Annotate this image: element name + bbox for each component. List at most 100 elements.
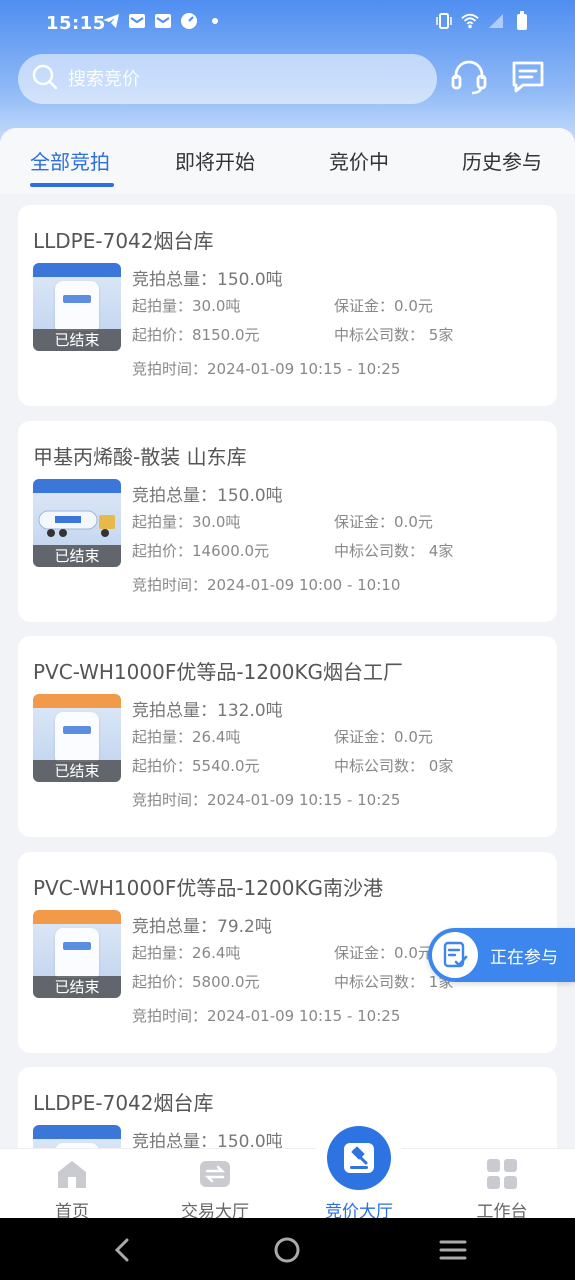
time-value: 2024-01-09 10:15 - 10:25 [207, 360, 401, 378]
search-bar[interactable] [18, 54, 437, 104]
total-value: 132.0吨 [217, 701, 283, 721]
time-value: 2024-01-09 10:15 - 10:25 [207, 1007, 401, 1025]
card-title: 甲基丙烯酸-散装 山东库 [33, 445, 247, 469]
bottom-nav: 首页 交易大厅 竞价大厅 工作台 [0, 1148, 575, 1222]
grid-icon [487, 1159, 517, 1189]
total-label: 竞拍总量： [132, 917, 217, 937]
telegram-icon [102, 12, 120, 30]
total-value: 150.0吨 [217, 270, 283, 290]
start-price-value: 5540.0元 [192, 757, 260, 775]
system-nav-bar [0, 1218, 575, 1280]
min-qty-value: 30.0吨 [192, 297, 241, 315]
exchange-icon [200, 1161, 230, 1187]
recents-button[interactable] [438, 1236, 468, 1264]
home-icon [58, 1161, 86, 1188]
start-price-label: 起拍价： [132, 542, 193, 560]
participating-label: 正在参与 [490, 947, 558, 968]
status-time: 15:15 [46, 13, 106, 34]
status-badge: 已结束 [33, 976, 121, 998]
search-input[interactable] [68, 68, 388, 90]
tab-active-indicator [30, 183, 114, 187]
headset-icon [450, 57, 488, 99]
winners-label: 中标公司数： [334, 973, 425, 991]
back-button[interactable] [107, 1236, 137, 1264]
deposit-label: 保证金： [334, 297, 395, 315]
tab-history[interactable]: 历史参与 [462, 146, 542, 175]
home-system-button[interactable] [272, 1236, 302, 1264]
menu-icon [439, 1240, 467, 1260]
product-thumbnail: 已结束 [33, 263, 121, 351]
min-qty-value: 26.4吨 [192, 728, 241, 746]
start-price-value: 8150.0元 [192, 326, 260, 344]
vibrate-icon [435, 12, 453, 30]
participating-button[interactable]: 正在参与 [428, 928, 575, 982]
bidding-hall-button[interactable] [327, 1126, 391, 1190]
total-label: 竞拍总量： [132, 701, 217, 721]
min-qty-label: 起拍量： [132, 944, 193, 962]
time-label: 竞拍时间： [132, 576, 208, 594]
winners-value: 0家 [428, 757, 454, 775]
winners-label: 中标公司数： [334, 326, 425, 344]
min-qty-value: 30.0吨 [192, 513, 241, 531]
auction-card[interactable]: PVC-WH1000F优等品-1200KG烟台工厂 已结束 竞拍总量：132.0… [18, 636, 557, 837]
message-icon [510, 58, 546, 98]
speedometer-icon [180, 12, 198, 30]
tab-in-progress[interactable]: 竞价中 [329, 146, 389, 175]
card-title: PVC-WH1000F优等品-1200KG烟台工厂 [33, 660, 404, 684]
product-thumbnail: 已结束 [33, 694, 121, 782]
tanker-truck-icon [38, 510, 115, 537]
total-label: 竞拍总量： [132, 486, 217, 506]
card-title: LLDPE-7042烟台库 [33, 229, 214, 253]
card-title: LLDPE-7042烟台库 [33, 1091, 214, 1115]
min-qty-label: 起拍量： [132, 297, 193, 315]
total-value: 79.2吨 [217, 917, 272, 937]
search-icon [32, 64, 58, 94]
status-badge: 已结束 [33, 760, 121, 782]
product-thumbnail: 已结束 [33, 910, 121, 998]
min-qty-label: 起拍量： [132, 728, 193, 746]
tab-upcoming[interactable]: 即将开始 [175, 146, 255, 175]
customer-service-button[interactable] [449, 58, 489, 98]
start-price-value: 14600.0元 [192, 542, 270, 560]
auction-card[interactable]: LLDPE-7042烟台库 已结束 竞拍总量：150.0吨 起拍量：30.0吨 … [18, 205, 557, 406]
start-price-label: 起拍价： [132, 757, 193, 775]
deposit-label: 保证金： [334, 944, 395, 962]
deposit-label: 保证金： [334, 513, 395, 531]
tab-all-auctions[interactable]: 全部竞拍 [30, 146, 110, 175]
mail-icon [128, 12, 146, 30]
start-price-label: 起拍价： [132, 326, 193, 344]
total-label: 竞拍总量： [132, 270, 217, 290]
winners-label: 中标公司数： [334, 542, 425, 560]
deposit-value: 0.0元 [394, 513, 433, 531]
time-value: 2024-01-09 10:15 - 10:25 [207, 791, 401, 809]
back-icon [114, 1238, 129, 1262]
card-title: PVC-WH1000F优等品-1200KG南沙港 [33, 876, 384, 900]
min-qty-label: 起拍量： [132, 513, 193, 531]
auction-list-panel: 全部竞拍 即将开始 竞价中 历史参与 LLDPE-7042烟台库 已结束 竞拍总… [0, 128, 575, 1150]
auction-card[interactable]: LLDPE-7042烟台库 竞拍总量：150.0吨 [18, 1067, 557, 1150]
tab-bar: 全部竞拍 即将开始 竞价中 历史参与 [0, 128, 575, 194]
winners-value: 5家 [428, 326, 454, 344]
winners-label: 中标公司数： [334, 757, 425, 775]
dot-icon [206, 12, 224, 30]
time-value: 2024-01-09 10:00 - 10:10 [207, 576, 401, 594]
product-thumbnail: 已结束 [33, 479, 121, 567]
deposit-value: 0.0元 [394, 728, 433, 746]
home-circle-icon [274, 1237, 300, 1263]
wifi-icon [461, 12, 479, 30]
time-label: 竞拍时间： [132, 1007, 208, 1025]
deposit-value: 0.0元 [394, 297, 433, 315]
messages-button[interactable] [508, 58, 548, 98]
start-price-value: 5800.0元 [192, 973, 260, 991]
auction-card[interactable]: 甲基丙烯酸-散装 山东库 已结束 竞拍总量：150.0吨 起拍量：30.0吨 保… [18, 421, 557, 622]
battery-icon [513, 11, 531, 30]
status-bar: 15:15 [0, 0, 575, 48]
winners-value: 4家 [428, 542, 454, 560]
product-thumbnail [33, 1125, 121, 1150]
checklist-icon [432, 932, 478, 978]
status-badge: 已结束 [33, 545, 121, 567]
min-qty-value: 26.4吨 [192, 944, 241, 962]
deposit-label: 保证金： [334, 728, 395, 746]
mail-icon-2 [154, 12, 172, 30]
gavel-icon [344, 1143, 374, 1173]
